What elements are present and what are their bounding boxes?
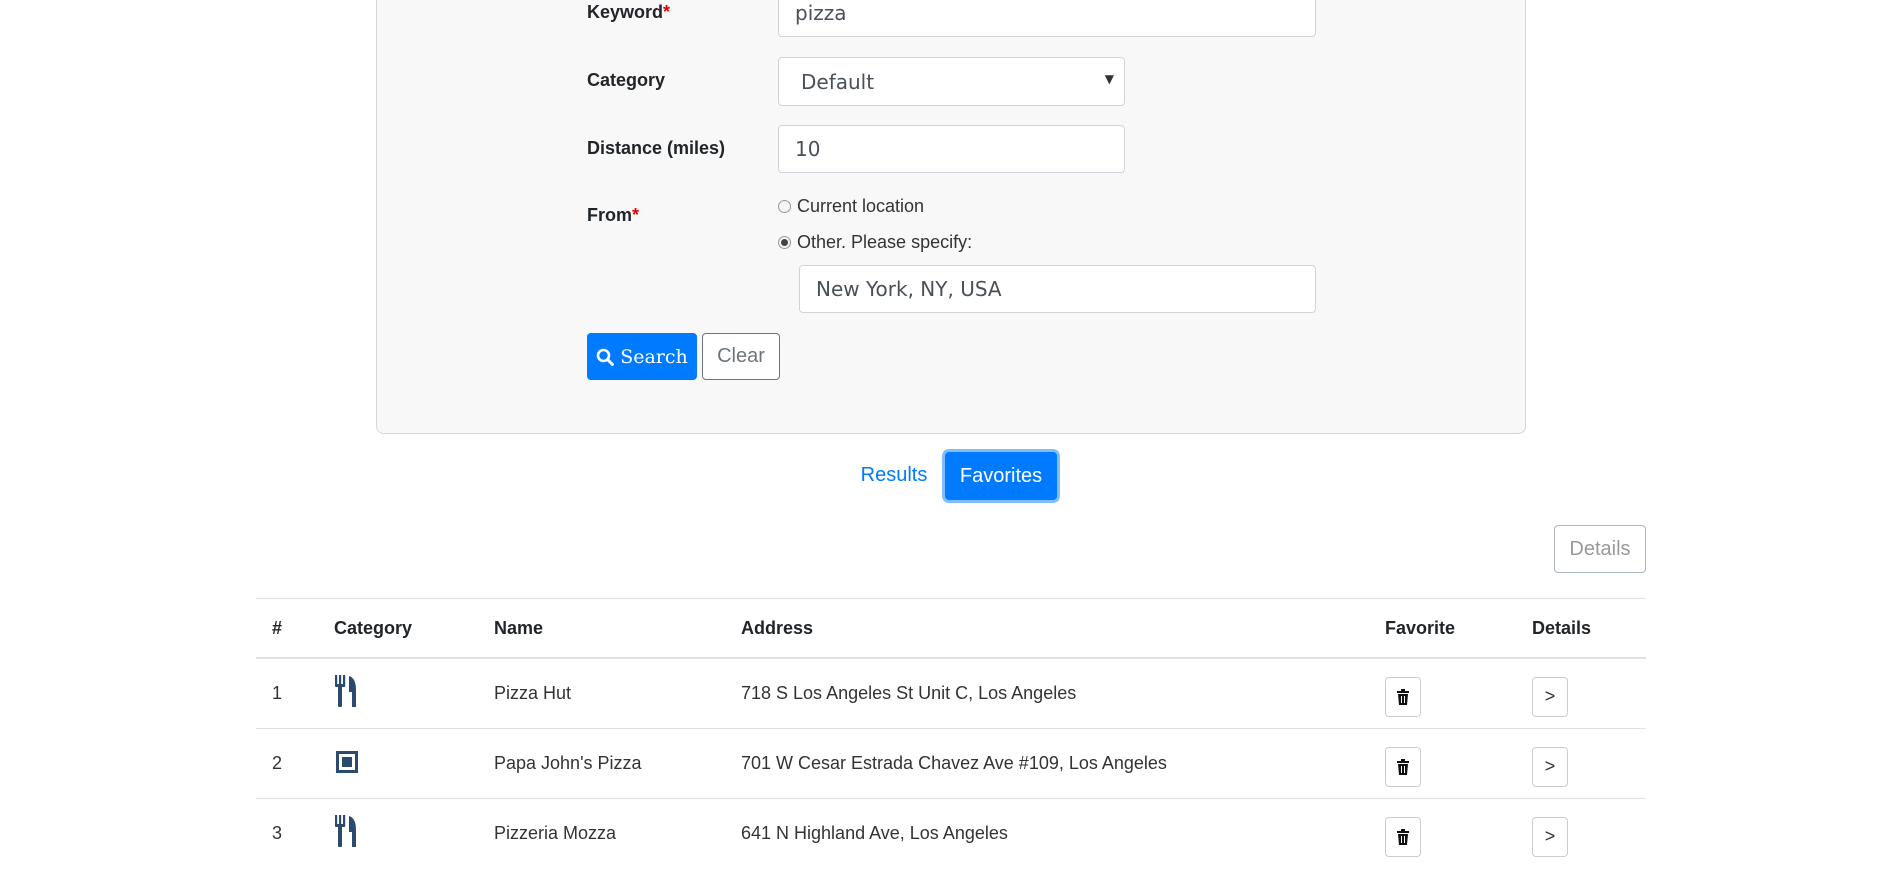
header-name: Name — [478, 598, 725, 659]
chevron-down-icon: ▼ — [1104, 72, 1114, 86]
radio-other-label: Other. Please specify: — [797, 232, 973, 252]
table-row: 2 Papa John's Pizza 701 W Cesar Estrada … — [256, 728, 1646, 799]
keyword-label: Keyword* — [587, 2, 671, 22]
clear-button[interactable]: Clear — [702, 333, 780, 380]
remove-favorite-button[interactable] — [1385, 746, 1421, 787]
row-name: Pizza Hut — [478, 658, 725, 729]
row-category — [318, 799, 478, 869]
remove-favorite-button[interactable] — [1385, 816, 1421, 857]
radio-other-location[interactable]: Other. Please specify: — [778, 232, 972, 253]
row-details-button[interactable]: > — [1532, 746, 1568, 787]
search-icon — [596, 348, 615, 366]
table-row: 1 Pizza Hut 718 S Los Angeles St Unit C,… — [256, 658, 1646, 729]
radio-button[interactable] — [778, 200, 791, 213]
table-header-row: # Category Name Address Favorite Details — [256, 598, 1646, 659]
tab-favorites[interactable]: Favorites — [945, 452, 1057, 500]
row-address: 641 N Highland Ave, Los Angeles — [741, 823, 1008, 843]
favorites-table: # Category Name Address Favorite Details… — [256, 598, 1646, 868]
row-favorite-cell — [1369, 728, 1516, 799]
restaurant-icon — [335, 815, 356, 847]
category-select[interactable]: Default ▼ — [778, 57, 1125, 106]
header-favorite: Favorite — [1369, 598, 1516, 659]
trash-icon — [1397, 828, 1409, 845]
restaurant-icon — [335, 675, 356, 707]
header-category: Category — [318, 598, 478, 659]
radio-current-label: Current location — [797, 196, 925, 216]
trash-icon — [1397, 688, 1409, 705]
distance-input[interactable]: 10 — [778, 125, 1125, 173]
remove-favorite-button[interactable] — [1385, 676, 1421, 717]
row-address: 701 W Cesar Estrada Chavez Ave #109, Los… — [725, 728, 1369, 799]
search-button-label: Search — [620, 345, 688, 368]
header-address: Address — [725, 598, 1369, 659]
row-favorite-cell — [1369, 658, 1516, 729]
trash-icon — [1397, 758, 1409, 775]
radio-current-location[interactable]: Current location — [778, 196, 924, 217]
row-name: Papa John's Pizza — [478, 728, 725, 799]
from-label: From* — [587, 205, 640, 225]
row-category — [318, 658, 478, 729]
row-address: 718 S Los Angeles St Unit C, Los Angeles — [725, 658, 1369, 729]
header-details: Details — [1516, 598, 1646, 659]
keyword-input[interactable]: pizza — [778, 0, 1316, 37]
radio-button-selected[interactable] — [778, 236, 791, 249]
distance-label: Distance (miles) — [587, 138, 726, 158]
row-category — [318, 728, 478, 799]
details-button[interactable]: Details — [1554, 525, 1646, 573]
location-input[interactable]: New York, NY, USA — [799, 265, 1316, 313]
header-number: # — [256, 598, 318, 659]
row-details-cell: > — [1516, 658, 1646, 729]
row-name: Pizzeria Mozza — [494, 823, 617, 843]
row-number: 2 — [256, 728, 318, 799]
table-row: 3 Pizzeria Mozza 641 N Highland Ave, Los… — [256, 799, 1646, 869]
row-favorite-cell — [1369, 799, 1516, 869]
row-details-cell: > — [1516, 728, 1646, 799]
tab-results[interactable]: Results — [852, 452, 936, 498]
store-icon — [336, 751, 358, 773]
row-details-cell: > — [1516, 799, 1646, 869]
row-details-button[interactable]: > — [1532, 816, 1568, 857]
search-button[interactable]: Search — [587, 333, 697, 380]
row-details-button[interactable]: > — [1532, 676, 1568, 717]
category-label: Category — [587, 70, 666, 90]
row-number: 3 — [272, 823, 283, 843]
row-number: 1 — [256, 658, 318, 729]
